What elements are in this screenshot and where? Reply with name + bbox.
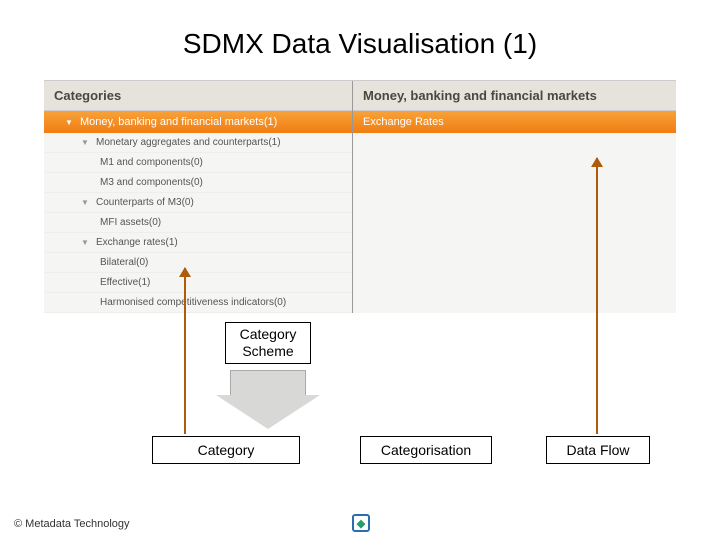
category-label: Category xyxy=(152,436,300,464)
tree-item[interactable]: Harmonised competitiveness indicators(0) xyxy=(44,293,352,313)
detail-panel: Money, banking and financial markets Exc… xyxy=(352,81,676,313)
tree-item-label: Harmonised competitiveness indicators(0) xyxy=(100,297,286,308)
page-title: SDMX Data Visualisation (1) xyxy=(0,0,720,70)
caret-icon: ▼ xyxy=(80,198,90,207)
down-arrow-stem xyxy=(230,370,306,396)
logo-icon: ◆ xyxy=(352,514,370,532)
tree-item-label: Effective(1) xyxy=(100,277,150,288)
caret-icon: ▼ xyxy=(80,138,90,147)
arrow-up-icon xyxy=(184,268,186,434)
tree-root-label: Money, banking and financial markets(1) xyxy=(80,116,277,128)
tree-item[interactable]: MFI assets(0) xyxy=(44,213,352,233)
category-scheme-label: Category Scheme xyxy=(225,322,311,364)
tree-item[interactable]: Bilateral(0) xyxy=(44,253,352,273)
caret-icon: ▼ xyxy=(80,238,90,247)
tree-item[interactable]: ▼ Counterparts of M3(0) xyxy=(44,193,352,213)
tree-item-label: Counterparts of M3(0) xyxy=(96,197,194,208)
panels-container: Categories ▼ Money, banking and financia… xyxy=(44,80,676,313)
down-arrow-head-icon xyxy=(216,395,320,429)
arrow-up-icon xyxy=(596,158,598,434)
tree-item[interactable]: ▼ Monetary aggregates and counterparts(1… xyxy=(44,133,352,153)
tree-item-label: M1 and components(0) xyxy=(100,157,203,168)
tree-item-label: Monetary aggregates and counterparts(1) xyxy=(96,137,281,148)
tree-item-label: Exchange rates(1) xyxy=(96,237,178,248)
footer-copyright: © Metadata Technology xyxy=(14,518,130,530)
tree-item[interactable]: Effective(1) xyxy=(44,273,352,293)
tree-item-label: Bilateral(0) xyxy=(100,257,148,268)
detail-row[interactable]: Exchange Rates xyxy=(353,111,676,133)
categories-panel: Categories ▼ Money, banking and financia… xyxy=(44,81,352,313)
tree-item[interactable]: ▼ Exchange rates(1) xyxy=(44,233,352,253)
tree-item-label: MFI assets(0) xyxy=(100,217,161,228)
tree-item-label: M3 and components(0) xyxy=(100,177,203,188)
caret-icon: ▼ xyxy=(64,118,74,127)
dataflow-label: Data Flow xyxy=(546,436,650,464)
tree-item[interactable]: M1 and components(0) xyxy=(44,153,352,173)
categories-header: Categories xyxy=(44,81,352,111)
detail-header: Money, banking and financial markets xyxy=(353,81,676,111)
categorisation-label: Categorisation xyxy=(360,436,492,464)
tree-root[interactable]: ▼ Money, banking and financial markets(1… xyxy=(44,111,352,133)
tree-item[interactable]: M3 and components(0) xyxy=(44,173,352,193)
